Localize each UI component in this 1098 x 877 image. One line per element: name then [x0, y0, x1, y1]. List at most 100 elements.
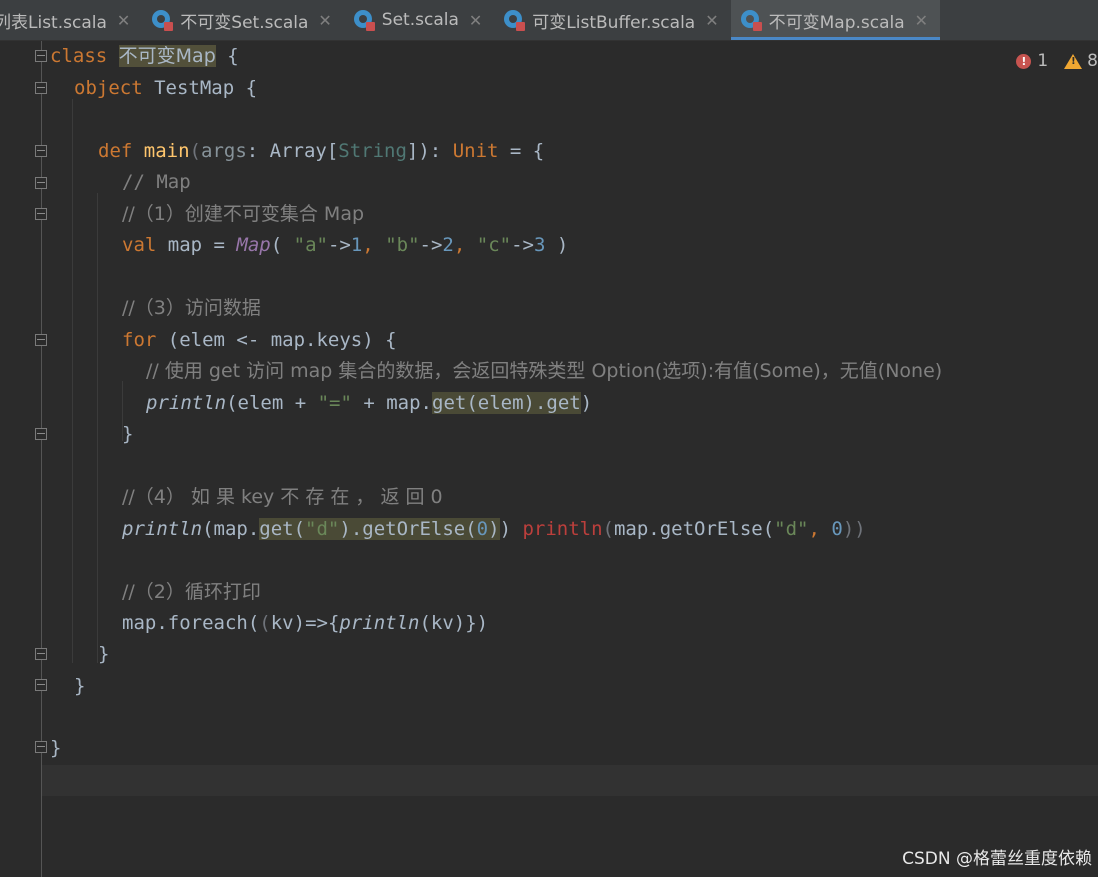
code-line-18[interactable]: }	[50, 733, 61, 764]
code-text: }	[74, 675, 86, 697]
warning-icon: !	[1064, 53, 1083, 69]
fold-marker[interactable]	[35, 428, 47, 440]
code-text: }	[50, 737, 62, 759]
function-name: println	[122, 518, 203, 540]
code-line-12[interactable]: //（4） 如 果 key 不 存 在 ， 返 回 0	[122, 482, 443, 513]
tab-mutable-listbuffer-scala[interactable]: 可变ListBuffer.scala ✕	[494, 0, 730, 40]
code-line-10[interactable]: println(elem + "=" + map.get(elem).get)	[146, 388, 592, 419]
comment: // 使用 get 访问 map 集合的数据，会返回特殊类型 Option(选项…	[146, 360, 943, 382]
fold-marker[interactable]	[35, 82, 47, 94]
number-literal: 0	[831, 518, 843, 540]
close-icon[interactable]: ✕	[318, 11, 331, 30]
code-text: ,	[453, 234, 477, 256]
code-line-5[interactable]: //（1）创建不可变集合 Map	[122, 199, 364, 230]
code-text: ->	[419, 234, 443, 256]
code-line-16[interactable]: }	[98, 639, 109, 670]
tab-label: 不可变Map.scala	[768, 12, 905, 33]
inspection-indicators[interactable]: ! 1 ! 8	[1016, 49, 1098, 73]
fold-marker[interactable]	[35, 145, 47, 157]
keyword: class	[50, 45, 108, 67]
highlighted-code: )	[488, 518, 500, 540]
code-line-14[interactable]: //（2）循环打印	[122, 577, 261, 608]
current-line-highlight	[0, 765, 1098, 796]
fold-marker[interactable]	[35, 50, 47, 62]
code-text: (map.	[202, 518, 260, 540]
fold-marker[interactable]	[35, 741, 47, 753]
tab-list-scala[interactable]: 列表List.scala ✕	[0, 0, 142, 40]
code-text: ))	[842, 518, 866, 540]
code-text: )=>{	[293, 612, 340, 634]
object-name: Map	[236, 234, 271, 256]
code-line-17[interactable]: }	[74, 671, 85, 702]
comment: //（3）访问数据	[122, 297, 261, 319]
code-line-7[interactable]: //（3）访问数据	[122, 293, 261, 324]
close-icon[interactable]: ✕	[705, 11, 718, 30]
code-line-3[interactable]: def main(args: Array[String]): Unit = {	[98, 136, 544, 167]
fold-marker[interactable]	[35, 177, 47, 189]
code-text: }	[122, 423, 134, 445]
code-line-4[interactable]: // Map	[122, 167, 191, 198]
number-literal: 3	[533, 234, 546, 256]
code-editor[interactable]: class 不可变Map { object TestMap { def main…	[0, 41, 1098, 877]
warning-count: 8	[1087, 51, 1098, 71]
string-literal: "b"	[385, 234, 420, 256]
fold-marker[interactable]	[35, 648, 47, 660]
code-text: map =	[156, 234, 237, 256]
code-line-6[interactable]: val map = Map( "a"->1, "b"->2, "c"->3 )	[122, 230, 568, 261]
tab-set-scala[interactable]: Set.scala ✕	[344, 0, 495, 40]
code-text: (	[602, 518, 614, 540]
code-text: (	[259, 612, 271, 634]
code-text: (elem <- map.keys) {	[156, 329, 397, 351]
error-count: 1	[1037, 51, 1049, 71]
tab-label: 不可变Set.scala	[180, 12, 309, 33]
scala-file-icon	[152, 10, 174, 31]
keyword: def	[98, 140, 133, 162]
type-name: Unit	[452, 140, 499, 162]
comment: //（1）创建不可变集合 Map	[122, 203, 365, 225]
tab-immutable-set-scala[interactable]: 不可变Set.scala ✕	[142, 0, 344, 40]
fold-marker[interactable]	[35, 679, 47, 691]
code-line-2[interactable]: object TestMap {	[74, 73, 257, 104]
code-text: ,	[808, 518, 832, 540]
keyword: val	[122, 234, 157, 256]
close-icon[interactable]: ✕	[117, 11, 130, 30]
function-name: println	[146, 392, 227, 414]
code-text: (kv)})	[419, 612, 489, 634]
tab-immutable-map-scala[interactable]: 不可变Map.scala ✕	[730, 0, 941, 40]
keyword: for	[122, 329, 157, 351]
fold-marker[interactable]	[35, 334, 47, 346]
highlighted-code: get(	[259, 518, 306, 540]
keyword: object	[74, 77, 143, 99]
string-literal: "d"	[305, 518, 340, 540]
string-literal: "c"	[476, 234, 512, 256]
close-icon[interactable]: ✕	[469, 11, 482, 30]
tab-label: 可变ListBuffer.scala	[532, 12, 696, 33]
code-line-1[interactable]: class 不可变Map {	[50, 41, 239, 72]
code-text: TestMap {	[142, 77, 258, 99]
class-name: 不可变Map	[118, 45, 216, 67]
number-literal: 2	[442, 234, 454, 256]
code-text: : Array[	[246, 140, 339, 162]
code-text: + map.	[351, 392, 432, 414]
editor-tab-bar: 列表List.scala ✕ 不可变Set.scala ✕ Set.scala …	[0, 0, 1098, 41]
code-text: ->	[327, 234, 351, 256]
scala-file-icon	[353, 10, 375, 31]
code-line-8[interactable]: for (elem <- map.keys) {	[122, 325, 397, 356]
code-line-13[interactable]: println(map.get("d").getOrElse(0)) print…	[122, 514, 866, 545]
parameter: args	[201, 140, 247, 162]
code-line-9[interactable]: // 使用 get 访问 map 集合的数据，会返回特殊类型 Option(选项…	[146, 356, 942, 387]
code-line-15[interactable]: map.foreach((kv)=>{println(kv)})	[122, 608, 488, 639]
type-name: String	[338, 140, 407, 162]
code-text: }	[98, 643, 110, 665]
code-text: ]):	[406, 140, 453, 162]
comment: // Map	[122, 171, 191, 193]
tab-label: Set.scala	[381, 10, 459, 30]
code-text: map.getOrElse(	[613, 518, 775, 540]
number-literal: 0	[476, 518, 489, 540]
code-text: (elem +	[226, 392, 318, 414]
fold-marker[interactable]	[35, 208, 47, 220]
error-icon: !	[1016, 53, 1032, 69]
string-literal: "d"	[774, 518, 809, 540]
close-icon[interactable]: ✕	[915, 11, 928, 30]
code-line-11[interactable]: }	[122, 419, 133, 450]
